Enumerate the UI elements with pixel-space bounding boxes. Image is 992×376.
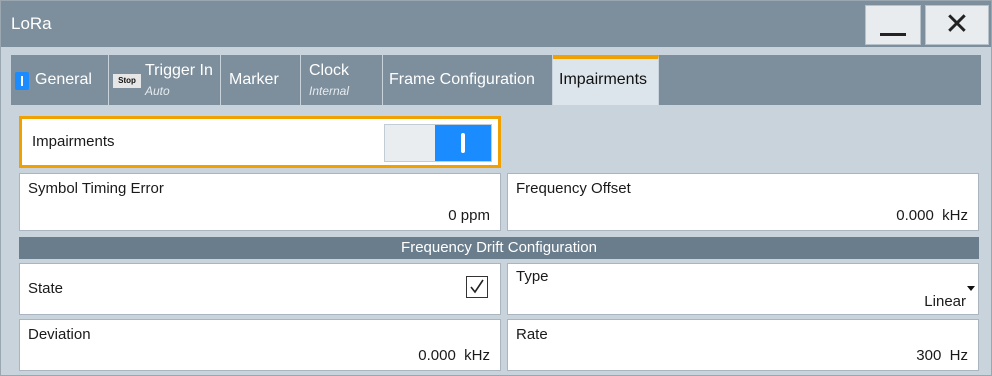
- field-value: 300 Hz: [916, 347, 968, 364]
- field-label: Rate: [516, 326, 548, 343]
- tab-frame-configuration[interactable]: Frame Configuration: [383, 55, 553, 105]
- tab-clock[interactable]: Clock Internal: [301, 55, 383, 105]
- tab-sublabel: Internal: [309, 84, 350, 98]
- field-label: Frequency Offset: [516, 180, 631, 197]
- tab-label: Impairments: [559, 71, 648, 88]
- rate-field[interactable]: Rate 300 Hz: [507, 319, 979, 371]
- window-title: LoRa: [11, 14, 52, 33]
- drift-type-dropdown[interactable]: Type Linear: [507, 263, 979, 315]
- tab-label: Frame Configuration: [389, 71, 535, 88]
- tab-impairments[interactable]: Impairments: [553, 55, 659, 105]
- drift-state-checkbox[interactable]: [466, 276, 488, 298]
- tab-label: Trigger In: [145, 62, 213, 79]
- field-value: 0.000 kHz: [418, 347, 490, 364]
- dropdown-arrow-icon: [967, 286, 975, 291]
- tab-label: Marker: [229, 71, 279, 88]
- checkmark-icon: [470, 279, 484, 294]
- field-value: 0 ppm: [448, 207, 490, 224]
- minimize-button[interactable]: [865, 5, 921, 45]
- field-label: Type: [516, 268, 549, 285]
- field-value: Linear: [924, 293, 966, 310]
- drift-state-row: State: [19, 263, 501, 315]
- state-on-icon: [15, 72, 29, 90]
- minimize-icon: [880, 32, 906, 36]
- close-button[interactable]: ✕: [925, 5, 989, 45]
- tab-general[interactable]: General: [11, 55, 109, 105]
- toggle-on-icon: [435, 125, 491, 161]
- impairments-toggle[interactable]: [384, 124, 492, 162]
- tab-label: General: [35, 71, 92, 88]
- field-label: Deviation: [28, 326, 91, 343]
- stop-badge: Stop: [113, 74, 141, 88]
- field-label: Symbol Timing Error: [28, 180, 164, 197]
- tab-label: Clock: [309, 62, 350, 79]
- tab-sublabel: Auto: [145, 84, 170, 98]
- deviation-field[interactable]: Deviation 0.000 kHz: [19, 319, 501, 371]
- tab-strip: General Stop Trigger In Auto Marker Cloc…: [11, 55, 981, 105]
- tab-marker[interactable]: Marker: [221, 55, 301, 105]
- lora-dialog: LoRa ✕ General Stop Trigger In Auto Mark…: [0, 0, 992, 376]
- impairments-label: Impairments: [32, 133, 115, 150]
- field-label: State: [28, 280, 64, 297]
- section-header: Frequency Drift Configuration: [19, 237, 979, 259]
- close-icon: ✕: [944, 8, 970, 41]
- symbol-timing-error-field[interactable]: Symbol Timing Error 0 ppm: [19, 173, 501, 231]
- tab-trigger-in[interactable]: Stop Trigger In Auto: [109, 55, 221, 105]
- impairments-row: Impairments: [19, 116, 501, 168]
- frequency-offset-field[interactable]: Frequency Offset 0.000 kHz: [507, 173, 979, 231]
- title-bar: LoRa ✕: [1, 1, 991, 47]
- field-value: 0.000 kHz: [896, 207, 968, 224]
